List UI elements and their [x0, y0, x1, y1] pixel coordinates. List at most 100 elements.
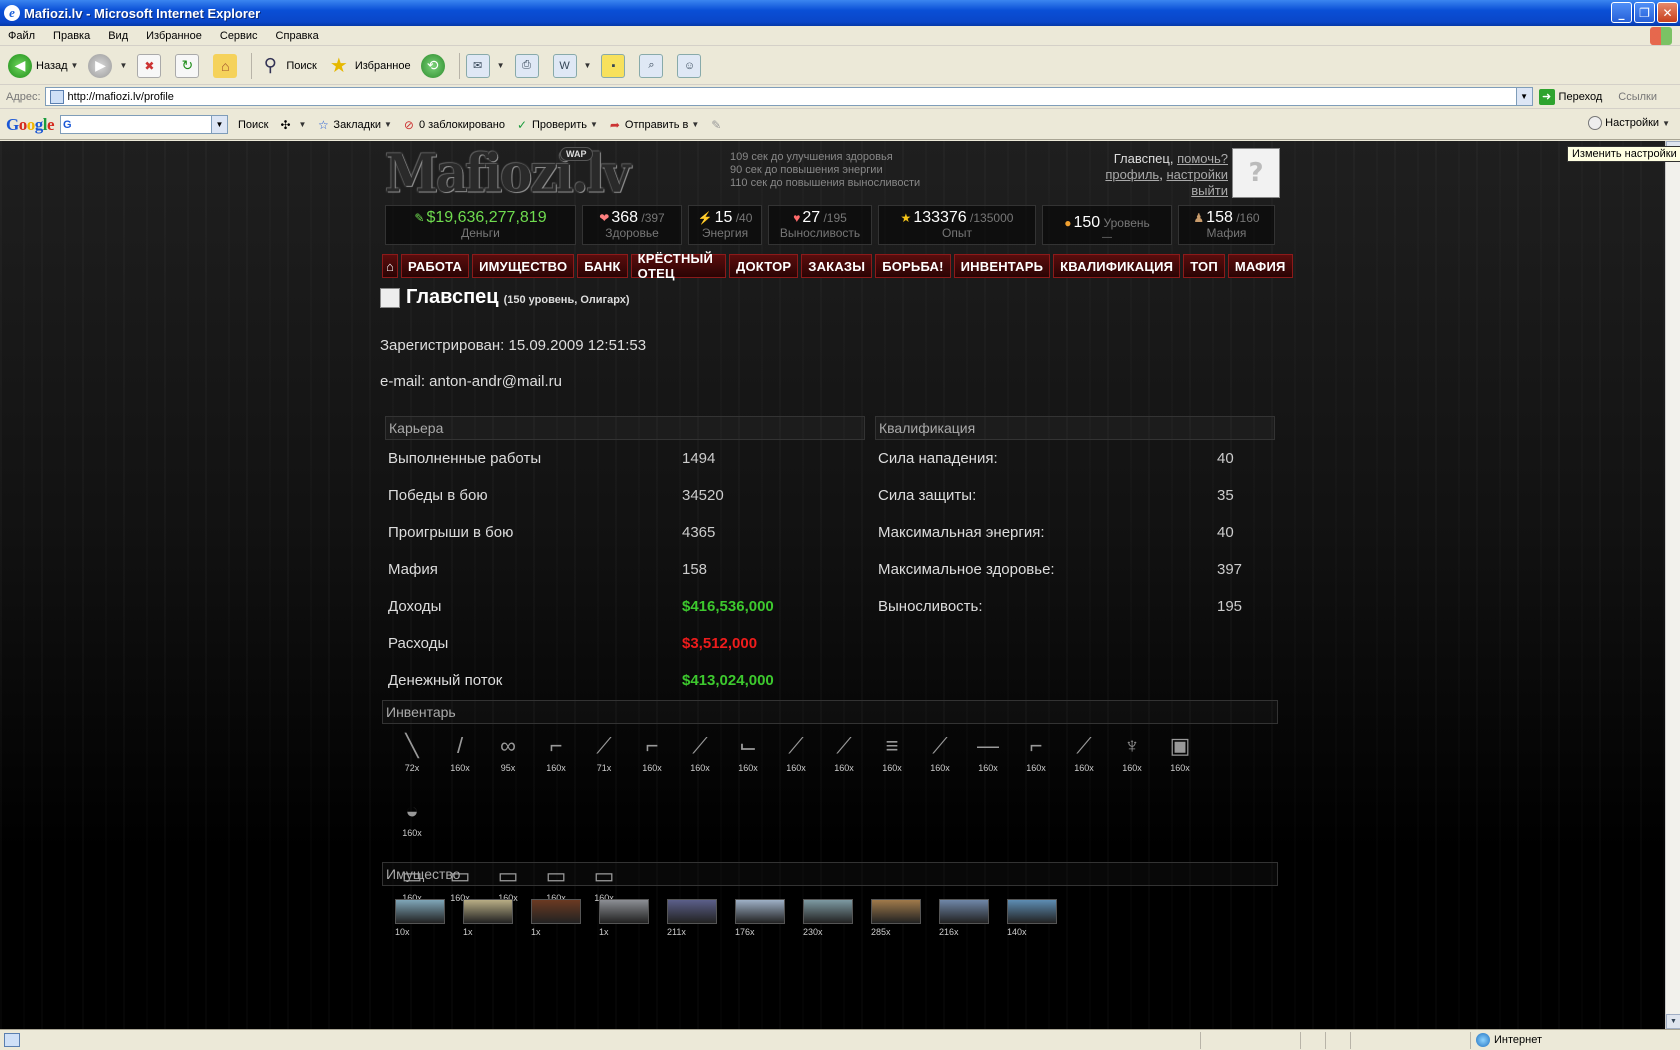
energy-stat[interactable]: ⚡ 15 /40 Энергия	[688, 205, 762, 245]
address-input[interactable]: http://mafiozi.lv/profile ▼	[44, 87, 1533, 106]
inventory-item[interactable]: ⌐ 160x	[1012, 731, 1060, 796]
go-button[interactable]: ➜ Переход	[1538, 88, 1602, 105]
google-options-button[interactable]: ✣ ▼	[279, 118, 306, 132]
nav-qualification[interactable]: КВАЛИФИКАЦИЯ	[1053, 254, 1181, 278]
inventory-item[interactable]: ⌐ 160x	[532, 731, 580, 796]
bookmarks-button[interactable]: ☆ Закладки ▼	[316, 118, 392, 132]
edit-button[interactable]: W ▼	[552, 53, 592, 78]
money-stat[interactable]: ✎ $19,636,277,819 Деньги	[385, 205, 576, 245]
menu-tools[interactable]: Сервис	[220, 30, 258, 42]
forward-button[interactable]: ▶ ▼	[88, 53, 127, 78]
inventory-item[interactable]: ⟋ 160x	[820, 731, 868, 796]
inventory-item[interactable]: ◒ 160x	[388, 796, 436, 861]
health-stat[interactable]: ❤ 368 /397 Здоровье	[582, 205, 682, 245]
chevron-down-icon[interactable]: ▼	[119, 61, 127, 70]
nav-doctor[interactable]: ДОКТОР	[729, 254, 799, 278]
inventory-item[interactable]: ∞ 95x	[484, 731, 532, 796]
chevron-down-icon[interactable]: ▼	[1515, 88, 1532, 105]
menu-file[interactable]: Файл	[8, 30, 35, 42]
home-button[interactable]: ⌂	[213, 53, 241, 78]
stamina-stat[interactable]: ♥ 27 /195 Выносливость	[768, 205, 872, 245]
spellcheck-button[interactable]: ✓ Проверить ▼	[515, 118, 598, 132]
inventory-item[interactable]: ⟋ 160x	[676, 731, 724, 796]
research-button[interactable]: ⌕	[639, 53, 667, 78]
chevron-down-icon[interactable]: ▼	[497, 61, 505, 70]
popup-blocker-button[interactable]: ⊘ 0 заблокировано	[402, 118, 505, 132]
minimize-button[interactable]: _	[1611, 2, 1632, 23]
mail-button[interactable]: ✉ ▼	[465, 53, 505, 78]
nav-property[interactable]: ИМУЩЕСТВО	[472, 254, 575, 278]
inventory-item[interactable]: ▣ 160x	[1156, 731, 1204, 796]
chevron-down-icon[interactable]: ▼	[71, 61, 79, 70]
notes-button[interactable]: ▪	[601, 53, 629, 78]
history-button[interactable]: ⟲	[420, 53, 449, 78]
property-item[interactable]: 1x	[599, 899, 667, 937]
menu-edit[interactable]: Правка	[53, 30, 90, 42]
nav-fight[interactable]: БОРЬБА!	[875, 254, 951, 278]
pencil-button[interactable]: ✎	[709, 118, 726, 132]
level-stat[interactable]: ● 150 Уровень —	[1042, 205, 1172, 245]
chevron-down-icon[interactable]: ▼	[584, 61, 592, 70]
menu-help[interactable]: Справка	[276, 30, 319, 42]
inventory-item[interactable]: ⟋ 160x	[1060, 731, 1108, 796]
menu-view[interactable]: Вид	[108, 30, 128, 42]
inventory-item[interactable]: / 160x	[436, 731, 484, 796]
chevron-down-icon[interactable]: ▼	[211, 116, 228, 133]
scroll-down-arrow-icon[interactable]: ▼	[1666, 1014, 1680, 1029]
refresh-button[interactable]: ↻	[175, 53, 203, 78]
property-item[interactable]: 216x	[939, 899, 1007, 937]
links-button[interactable]: Ссылки	[1618, 91, 1657, 103]
property-count: 211x	[667, 927, 686, 937]
property-count: 216x	[939, 927, 959, 937]
property-item[interactable]: 176x	[735, 899, 803, 937]
print-button[interactable]: ⎙	[514, 53, 543, 78]
wap-badge[interactable]: WAP	[560, 147, 593, 161]
property-item[interactable]: 230x	[803, 899, 871, 937]
property-item[interactable]: 285x	[871, 899, 939, 937]
google-search-button[interactable]: Поиск	[238, 119, 268, 131]
inventory-count: 160x	[786, 763, 806, 773]
nav-home[interactable]: ⌂	[382, 254, 398, 278]
nav-bank[interactable]: БАНК	[577, 254, 628, 278]
inventory-item[interactable]: — 160x	[964, 731, 1012, 796]
nav-top[interactable]: ТОП	[1183, 254, 1225, 278]
inventory-item[interactable]: ♆ 160x	[1108, 731, 1156, 796]
logout-link[interactable]: выйти	[1191, 183, 1228, 198]
nav-godfather[interactable]: КРЁСТНЫЙ ОТЕЦ	[630, 251, 727, 281]
inventory-item[interactable]: ⌐ 160x	[628, 731, 676, 796]
property-item[interactable]: 1x	[463, 899, 531, 937]
settings-link[interactable]: настройки	[1166, 167, 1228, 182]
inventory-item[interactable]: ⟋ 160x	[916, 731, 964, 796]
messenger-button[interactable]: ☺	[677, 53, 705, 78]
nav-work[interactable]: РАБОТА	[401, 254, 470, 278]
mafia-stat[interactable]: ♟ 158 /160 Мафия	[1178, 205, 1275, 245]
google-settings-button[interactable]: Настройки ▼	[1588, 116, 1670, 130]
favorites-button[interactable]: ★ Избранное	[327, 54, 411, 78]
google-search-input[interactable]: G ▼	[60, 115, 229, 134]
help-link[interactable]: помочь?	[1177, 151, 1228, 166]
google-logo[interactable]: Google	[6, 115, 55, 135]
avatar[interactable]: ?	[1232, 148, 1280, 198]
inventory-item[interactable]: ⌙ 160x	[724, 731, 772, 796]
nav-inventory[interactable]: ИНВЕНТАРЬ	[953, 254, 1051, 278]
menu-favorites[interactable]: Избранное	[146, 30, 202, 42]
nav-orders[interactable]: ЗАКАЗЫ	[801, 254, 873, 278]
vertical-scrollbar[interactable]: ▲ ▼	[1665, 141, 1680, 1029]
property-item[interactable]: 140x	[1007, 899, 1075, 937]
property-item[interactable]: 211x	[667, 899, 735, 937]
stop-button[interactable]: ✖	[137, 53, 165, 78]
inventory-item[interactable]: ≡ 160x	[868, 731, 916, 796]
inventory-item[interactable]: ⟋ 160x	[772, 731, 820, 796]
profile-link[interactable]: профиль	[1105, 167, 1159, 182]
nav-mafia[interactable]: МАФИЯ	[1227, 254, 1293, 278]
search-button[interactable]: ⚲ Поиск	[258, 54, 317, 78]
send-to-button[interactable]: ➦ Отправить в ▼	[608, 118, 699, 132]
back-button[interactable]: ◀ Назад ▼	[8, 53, 79, 78]
maximize-button[interactable]: ❐	[1634, 2, 1655, 23]
experience-stat[interactable]: ★ 133376 /135000 Опыт	[878, 205, 1036, 245]
property-item[interactable]: 1x	[531, 899, 599, 937]
property-item[interactable]: 10x	[395, 899, 463, 937]
close-button[interactable]: ✕	[1657, 2, 1678, 23]
inventory-item[interactable]: ⟋ 71x	[580, 731, 628, 796]
inventory-item[interactable]: ╲ 72x	[388, 731, 436, 796]
